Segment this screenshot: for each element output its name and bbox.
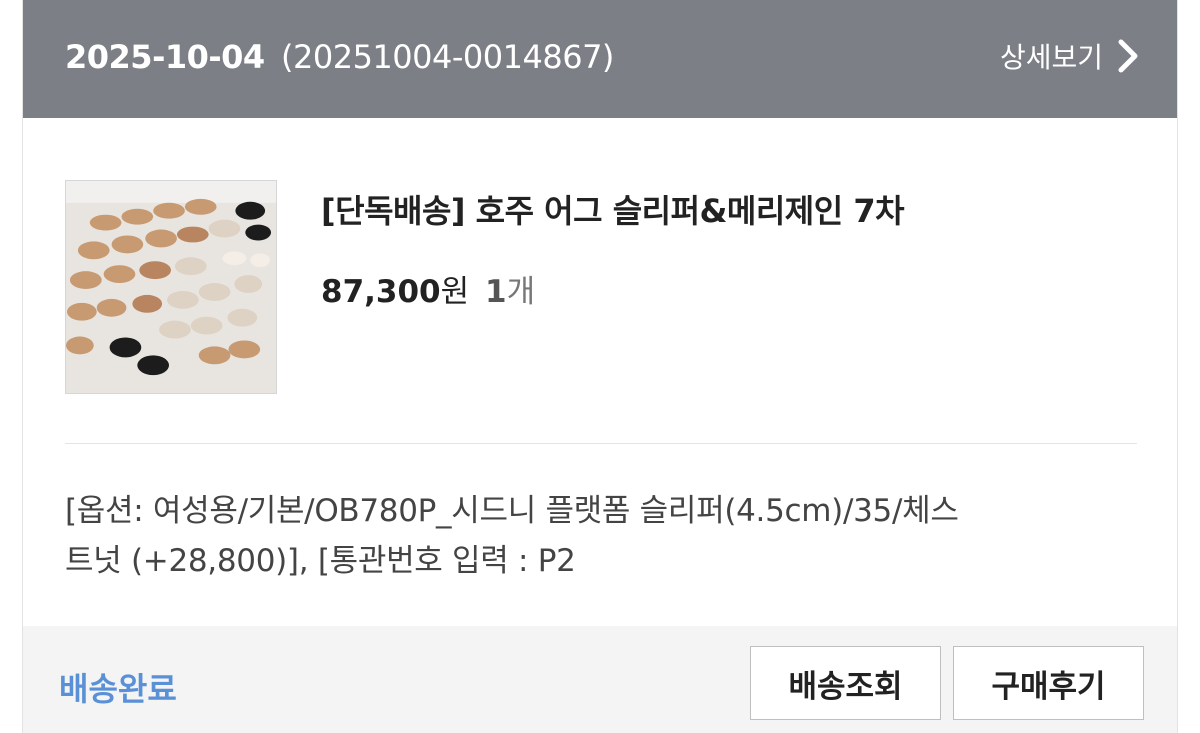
price-line: 87,300원 1개	[321, 266, 535, 311]
redacted-customs-number	[633, 536, 898, 606]
option-line-2-text: 트넛 (+28,800)], [통관번호 입력 : P2	[65, 543, 576, 579]
option-info: [옵션: 여성용/기본/OB780P_시드니 플랫폼 슬리퍼(4.5cm)/35…	[65, 486, 1145, 586]
option-line-1: [옵션: 여성용/기본/OB780P_시드니 플랫폼 슬리퍼(4.5cm)/35…	[65, 493, 959, 529]
order-number: (20251004-0014867)	[281, 38, 614, 76]
delivery-status: 배송완료	[59, 670, 177, 708]
price-value: 87,300	[321, 274, 441, 310]
product-thumbnail[interactable]	[65, 180, 277, 394]
order-header: 2025-10-04 (20251004-0014867) 상세보기	[23, 0, 1177, 118]
view-details-label: 상세보기	[999, 41, 1103, 74]
divider	[65, 443, 1137, 444]
order-footer: 배송완료 배송조회 구매후기	[23, 626, 1177, 733]
product-summary: [단독배송] 호주 어그 슬리퍼&메리제인 7차 87,300원 1개	[65, 180, 1137, 394]
product-name[interactable]: [단독배송] 호주 어그 슬리퍼&메리제인 7차	[321, 186, 905, 232]
quantity-unit: 개	[506, 274, 536, 310]
order-card: 2025-10-04 (20251004-0014867) 상세보기 [단독배송…	[22, 0, 1178, 733]
chevron-right-icon	[1118, 39, 1138, 73]
track-delivery-button[interactable]: 배송조회	[750, 646, 941, 720]
quantity-value: 1	[485, 274, 507, 310]
product-photo-slippers	[66, 181, 276, 393]
option-line-2: 트넛 (+28,800)], [통관번호 입력 : P2]	[65, 536, 1145, 586]
price-unit: 원	[440, 274, 470, 310]
write-review-button[interactable]: 구매후기	[953, 646, 1144, 720]
view-details-link[interactable]: 상세보기	[1000, 36, 1139, 76]
order-date: 2025-10-04	[65, 38, 265, 76]
